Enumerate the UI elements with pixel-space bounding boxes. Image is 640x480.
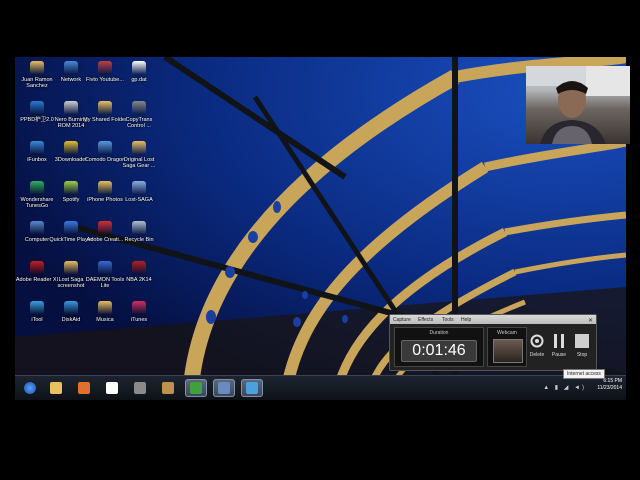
chrome-icon (190, 382, 202, 394)
ifunbox-icon (30, 141, 44, 155)
computer-icon (30, 221, 44, 235)
stop-icon (574, 333, 590, 349)
system-tray-icons[interactable]: ▲ ▮ ◢ ◄) (543, 384, 586, 391)
tooltip: Internet access (563, 369, 605, 379)
taskbar-button[interactable] (213, 379, 235, 397)
folder-icon (98, 301, 112, 315)
spotify-icon (64, 181, 78, 195)
desktop-icon-label: Original Lost Saga Gear ... (122, 157, 156, 169)
app-icon (246, 382, 258, 394)
desktop-icon[interactable]: gp.dat (117, 61, 161, 83)
folder-icon (30, 61, 44, 75)
desktop-icon-label: Lost-SAGA (125, 197, 153, 203)
taskbar-button[interactable] (73, 379, 95, 397)
webcam-panel[interactable]: Webcam (487, 327, 527, 367)
taskbar-button[interactable] (185, 379, 207, 397)
nero-icon (64, 101, 78, 115)
itunes-icon (132, 301, 146, 315)
folder-icon (64, 261, 78, 275)
desktop-icon[interactable]: CopyTrans Control ... (117, 101, 161, 129)
desktop-icon-label: Recycle Bin (124, 237, 154, 243)
stop-button[interactable]: Stop (572, 333, 592, 358)
pause-label: Pause (551, 352, 567, 358)
recorder-menu-bar: Capture Effects Tools Help ✕ (390, 315, 596, 324)
close-icon[interactable]: ✕ (588, 317, 593, 324)
downloader-icon (64, 141, 78, 155)
delete-label: Delete (529, 352, 545, 358)
folder-icon (98, 101, 112, 115)
adobe-icon (98, 221, 112, 235)
tunesgo-icon (30, 181, 44, 195)
menu-tools[interactable]: Tools (442, 317, 454, 323)
file-icon (132, 61, 146, 75)
screen-recorder-window: Capture Effects Tools Help ✕ Duration 0:… (389, 314, 597, 371)
desktop-icon[interactable]: Original Lost Saga Gear ... (117, 141, 161, 169)
desktop-icon-label: CopyTrans Control ... (125, 117, 153, 129)
clock-date: 11/23/2014 (597, 385, 622, 391)
taskbar-button[interactable] (241, 379, 263, 397)
app-icon (134, 382, 146, 394)
itool-icon (30, 301, 44, 315)
opera-icon (106, 382, 118, 394)
screen-edge (630, 88, 640, 418)
copytrans-icon (132, 101, 146, 115)
start-button[interactable] (19, 379, 41, 397)
taskbar-button[interactable] (101, 379, 123, 397)
comodo-icon (98, 141, 112, 155)
taskbar-button[interactable] (157, 379, 179, 397)
webcam-overlay (526, 66, 630, 144)
diskaid-icon (64, 301, 78, 315)
adobe-reader-icon (30, 261, 44, 275)
desktop-icon[interactable]: NBA 2K14 (117, 261, 161, 283)
duration-value: 0:01:46 (401, 340, 477, 362)
duration-label: Duration (429, 330, 449, 336)
stop-label: Stop (576, 352, 588, 358)
taskbar-button[interactable] (129, 379, 151, 397)
clock-time: 6:15 PM (603, 378, 622, 384)
game-icon (162, 382, 174, 394)
menu-capture[interactable]: Capture (393, 317, 411, 323)
webcam-preview (493, 339, 523, 363)
desktop-icon[interactable]: iTunes (117, 301, 161, 323)
daemon-icon (98, 261, 112, 275)
taskbar-button[interactable] (45, 379, 67, 397)
webcam-label: Webcam (497, 330, 517, 336)
menu-effects[interactable]: Effects (418, 317, 433, 323)
network-icon (64, 61, 78, 75)
app-icon (98, 61, 112, 75)
duration-panel: Duration 0:01:46 (394, 327, 484, 367)
folder-icon (98, 181, 112, 195)
menu-help[interactable]: Help (461, 317, 471, 323)
taskbar: ▲ ▮ ◢ ◄) 6:15 PM 11/23/2014 (15, 375, 626, 400)
game-icon (218, 382, 230, 394)
desktop-icon[interactable]: Lost-SAGA (117, 181, 161, 203)
quicktime-icon (64, 221, 78, 235)
media-player-icon (78, 382, 90, 394)
explorer-icon (50, 382, 62, 394)
clock[interactable]: 6:15 PM 11/23/2014 (597, 378, 622, 392)
nba-icon (132, 261, 146, 275)
folder-icon (132, 141, 146, 155)
recycle-bin-icon (132, 221, 146, 235)
pause-icon (551, 333, 567, 349)
game-icon (132, 181, 146, 195)
desktop-icon-label: iTunes (130, 317, 148, 323)
refresh-icon (529, 333, 545, 349)
desktop-icon[interactable]: Recycle Bin (117, 221, 161, 243)
app-icon (30, 101, 44, 115)
delete-button[interactable]: Delete (527, 333, 547, 358)
pause-button[interactable]: Pause (549, 333, 569, 358)
desktop-icon-label: NBA 2K14 (126, 277, 152, 283)
desktop-icon-label: gp.dat (131, 77, 147, 83)
